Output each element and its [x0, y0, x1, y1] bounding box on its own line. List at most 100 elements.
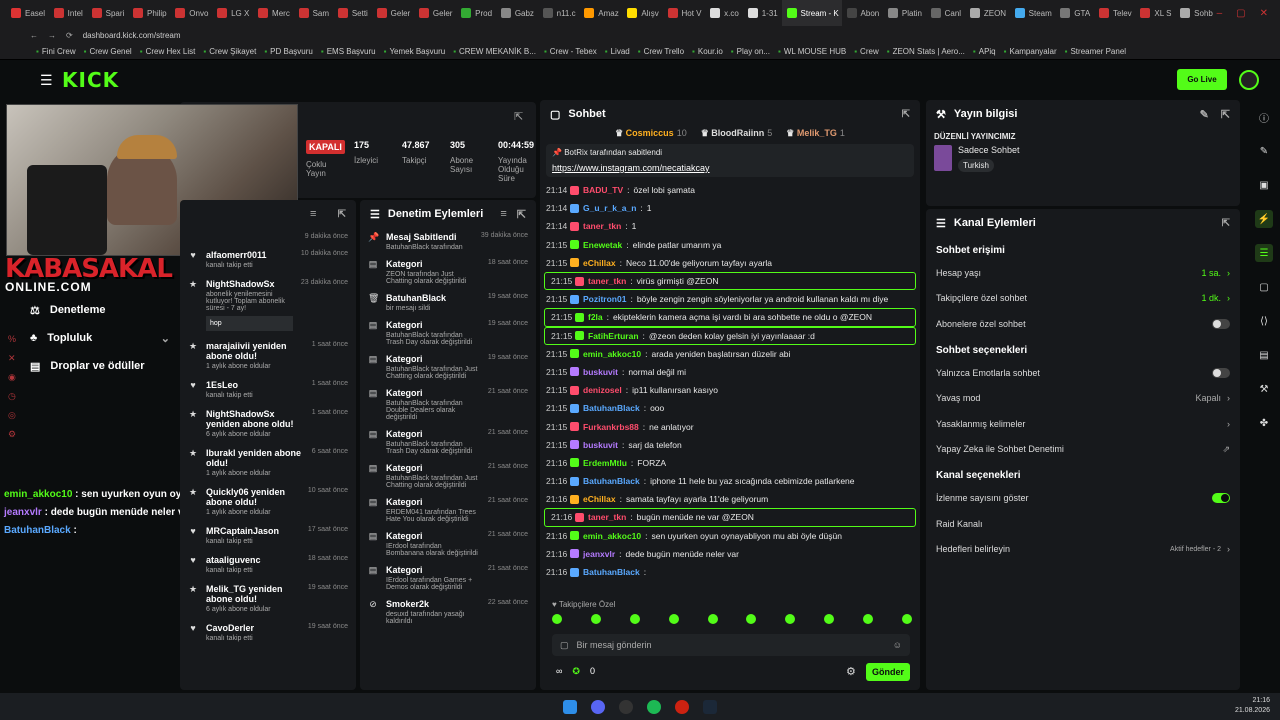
chat-username[interactable]: BADU_TV [583, 185, 623, 195]
browser-tab[interactable]: ZEON [965, 0, 1010, 26]
chat-username[interactable]: emin_akkoc10 [583, 349, 641, 359]
chat-username[interactable]: buskuvit [583, 440, 618, 450]
emote-icon[interactable] [901, 614, 912, 624]
browser-tab[interactable]: Steam [1010, 0, 1056, 26]
chat-message[interactable]: 21:15 Furkankrbs88: ne anlatıyor [540, 417, 920, 435]
browser-tab[interactable]: Easel [6, 0, 49, 26]
chat-username[interactable]: eChillax [583, 258, 616, 268]
maximize-icon[interactable]: ▢ [1236, 8, 1245, 19]
bookmark-item[interactable]: APiq [973, 47, 996, 56]
settings-row[interactable]: Yavaş mod Kapalı › [926, 385, 1240, 411]
browser-tab[interactable]: GTA [1055, 0, 1094, 26]
chat-message[interactable]: 21:15 taner_tkn: virüs girmişti @ZEON [544, 271, 916, 291]
browser-tab[interactable]: Geler [414, 0, 456, 26]
bookmark-item[interactable]: ZEON Stats | Aero... [887, 47, 965, 56]
spotify-icon[interactable] [647, 699, 661, 714]
chat-icon[interactable]: ▢ [1255, 278, 1273, 296]
forward-icon[interactable]: → [48, 31, 56, 40]
browser-tab[interactable]: Canl [926, 0, 965, 26]
browser-tab[interactable]: n11.c [538, 0, 580, 26]
chat-username[interactable]: Enewetak [583, 240, 622, 250]
bookmark-item[interactable]: Crew [854, 47, 879, 56]
expand-icon[interactable]: ⇱ [517, 208, 526, 221]
browser-tab[interactable]: LG X [212, 0, 253, 26]
browser-tab[interactable]: XL S [1135, 0, 1175, 26]
link-icon[interactable]: ∞ [556, 666, 562, 677]
lightning-icon[interactable]: ⚡ [1255, 210, 1273, 228]
chat-username[interactable]: taner_tkn [588, 512, 626, 522]
chat-username[interactable]: f2la [588, 312, 603, 322]
chat-message[interactable]: 21:15 Pozitron01: böyle zengin zengin söyl… [540, 290, 920, 308]
bookmark-item[interactable]: Crew Genel [84, 47, 131, 56]
chat-message[interactable]: 21:15 denizosel: ip11 kullanırsan kasıyo [540, 381, 920, 399]
chat-message[interactable]: 21:15 Enewetak: elinde patlar umarım ya [540, 236, 920, 254]
user-avatar[interactable] [1239, 70, 1259, 90]
chat-username[interactable]: FatihErturan [588, 331, 639, 341]
chat-message[interactable]: 21:15 BatuhanBlack: ooo [540, 399, 920, 417]
chat-username[interactable]: eChillax [583, 494, 616, 504]
browser-tab[interactable]: Telev [1094, 0, 1135, 26]
chat-message[interactable]: 21:16 BatuhanBlack: iphone 11 hele bu yaz … [540, 472, 920, 490]
expand-icon[interactable]: ⇱ [514, 110, 523, 123]
bookmark-item[interactable]: Play on... [731, 47, 770, 56]
expand-icon[interactable]: ⇱ [338, 209, 346, 220]
browser-tab[interactable]: Intel [49, 0, 87, 26]
settings-row[interactable]: Takipçilere özel sohbet 1 dk. › [926, 286, 1240, 312]
chat-username[interactable]: taner_tkn [588, 276, 626, 286]
chat-username[interactable]: jeanxvlr [583, 549, 615, 559]
browser-tab[interactable]: Sohb [1175, 0, 1216, 26]
browser-tab[interactable]: x.co [705, 0, 743, 26]
nav-item[interactable]: ▤ Droplar ve ödüller [30, 352, 170, 380]
settings-row[interactable]: Yasaklanmış kelimeler › [926, 411, 1240, 437]
browser-tab[interactable]: Platin [883, 0, 926, 26]
chat-message[interactable]: 21:16 eChillax: samata tayfayı ayarla 11'd… [540, 490, 920, 508]
tools-icon[interactable]: ⚒ [1255, 380, 1273, 398]
external-link-icon[interactable]: ⇗ [1222, 444, 1230, 455]
chat-message[interactable]: 21:15 eChillax: Neco 11.00'de geliyorum ta… [540, 254, 920, 272]
video-icon[interactable]: ▣ [1255, 176, 1273, 194]
chat-username[interactable]: Pozitron01 [583, 294, 626, 304]
bookmark-item[interactable]: CREW MEKANİK B... [453, 47, 536, 56]
browser-tab[interactable]: Sam [294, 0, 333, 26]
top-chatter[interactable]: ♛ Melik_TG 1 [786, 128, 845, 142]
chat-username[interactable]: BatuhanBlack [583, 476, 640, 486]
bookmark-item[interactable]: Crew Trello [638, 47, 684, 56]
minimize-icon[interactable]: – [1217, 8, 1223, 19]
discord-icon[interactable] [591, 699, 605, 714]
chat-message[interactable]: 21:16 BatuhanBlack: [540, 563, 920, 581]
expand-icon[interactable]: ⇱ [1221, 108, 1230, 121]
emote-icon[interactable] [863, 614, 873, 624]
puzzle-icon[interactable]: ✤ [1255, 414, 1273, 432]
emote-icon[interactable] [824, 614, 835, 624]
chat-username[interactable]: taner_tkn [583, 221, 621, 231]
bookmark-item[interactable]: Livad [605, 47, 630, 56]
address-bar[interactable]: ← → ⟳ dashboard.kick.com/stream [0, 26, 1280, 44]
chat-message[interactable]: 21:16 ErdemMtlu: FORZA [540, 454, 920, 472]
chat-message[interactable]: 21:15 emin_akkoc10: arada yeniden başlatır… [540, 345, 920, 363]
list-icon[interactable]: ☰ [1255, 244, 1273, 262]
chat-message[interactable]: 21:16 taner_tkn: bugün menüde ne var @ZEON [544, 508, 916, 527]
settings-row[interactable]: Hesap yaşı 1 sa. › [926, 260, 1240, 286]
browser-tab[interactable]: Stream - K [781, 0, 842, 26]
chat-message[interactable]: 21:15 FatihErturan: @zeon deden kolay gels… [544, 326, 916, 345]
chat-message[interactable]: 21:14 G_u_r_k_a_n:1 [540, 199, 920, 217]
bookmark-item[interactable]: Streamer Panel [1065, 47, 1126, 56]
browser-tab[interactable]: Setti [333, 0, 372, 26]
browser-tab[interactable]: Amaz [579, 0, 622, 26]
chat-input[interactable]: ▢ Bir mesaj gönderin ☺ [552, 634, 910, 656]
browser-tab[interactable]: Onvo [170, 0, 212, 26]
steam-icon[interactable] [703, 699, 717, 714]
browser-tab[interactable]: Abon [842, 0, 883, 26]
emote-icon[interactable] [590, 614, 601, 624]
emote-icon[interactable] [668, 614, 679, 624]
top-chatter[interactable]: ♛ Cosmiccus 10 [615, 128, 687, 142]
menu-icon[interactable]: ☰ [40, 72, 53, 89]
chat-message[interactable]: 21:14 BADU_TV: özel lobi şamata [540, 181, 920, 199]
settings-row[interactable]: Abonelere özel sohbet [926, 311, 1240, 337]
chat-message[interactable]: 21:15 buskuvit: normal değil mi [540, 363, 920, 381]
go-live-button[interactable]: Go Live [1177, 69, 1227, 90]
pencil-icon[interactable]: ✎ [1255, 142, 1273, 160]
back-icon[interactable]: ← [30, 31, 38, 40]
chat-username[interactable]: BatuhanBlack [583, 567, 640, 577]
chat-username[interactable]: ErdemMtlu [583, 458, 627, 468]
